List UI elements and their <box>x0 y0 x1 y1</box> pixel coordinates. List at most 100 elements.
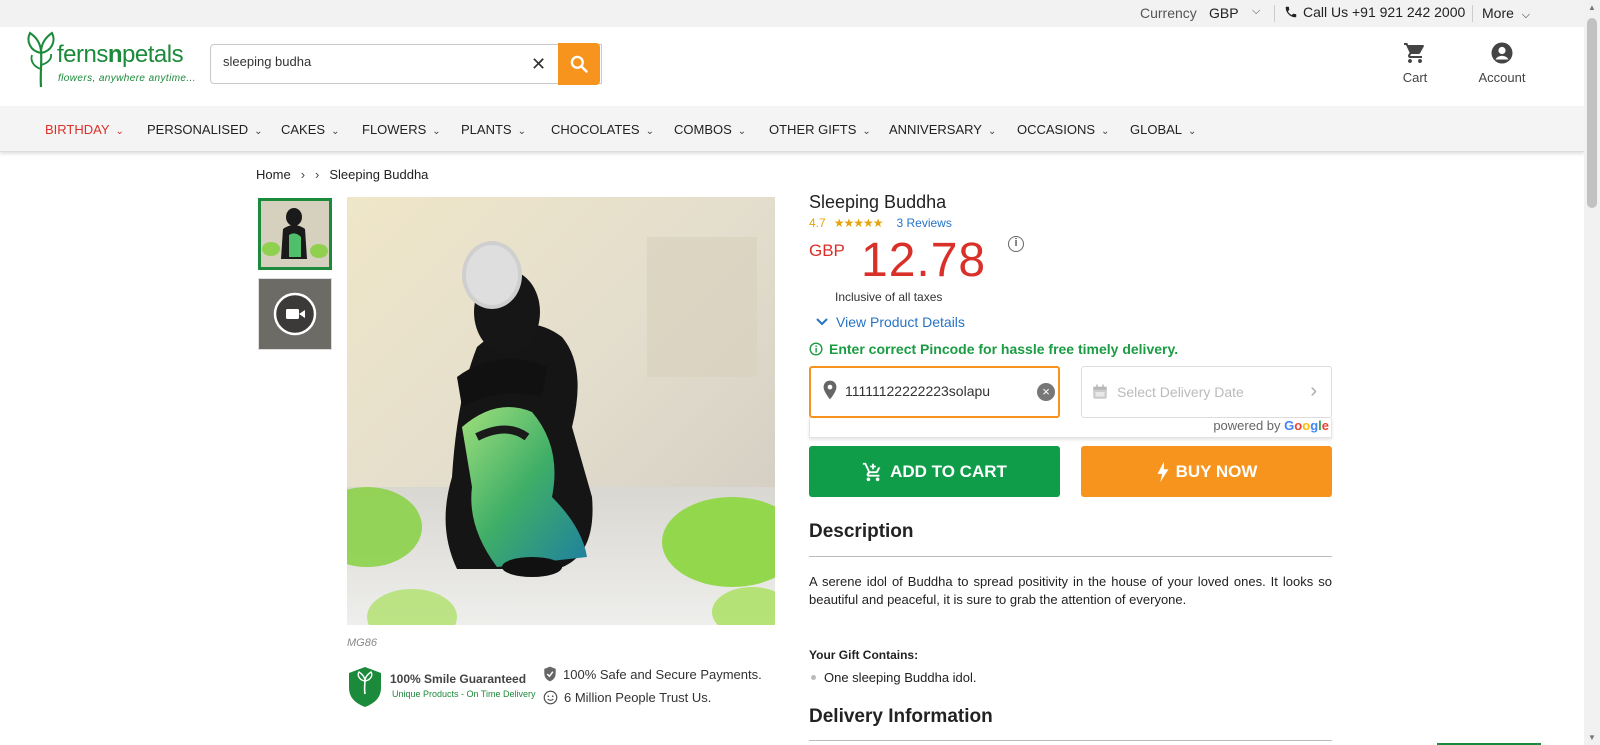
brand-logo[interactable]: fernsnpetals flowers, anywhere anytime..… <box>24 29 196 89</box>
divider <box>809 740 1332 741</box>
search-input[interactable] <box>223 54 523 69</box>
product-rating: 4.7 ★★★★★ 3 Reviews <box>809 216 952 230</box>
chevron-down-icon: ⌄ <box>115 126 124 137</box>
thumbnail-video[interactable] <box>258 278 332 350</box>
chevron-down-icon[interactable]: ⌵ <box>1252 5 1260 18</box>
calendar-icon <box>1093 384 1107 399</box>
cart-link[interactable]: Cart <box>1385 41 1445 85</box>
video-thumbnail <box>259 279 331 349</box>
shield-logo-icon <box>349 667 381 707</box>
brand-text: ferns <box>57 41 108 68</box>
clear-search-icon[interactable]: ✕ <box>531 54 546 75</box>
brand-text: petals <box>122 41 184 68</box>
list-item: One sleeping Buddha idol. <box>811 670 977 685</box>
divider <box>1472 5 1473 22</box>
location-pin-icon <box>823 380 837 400</box>
reviews-link[interactable]: 3 Reviews <box>896 216 951 230</box>
chevron-down-icon: ⌄ <box>862 126 871 137</box>
nav-item-global[interactable]: GLOBAL ⌄ <box>1130 122 1196 137</box>
brand-text: n <box>107 41 123 68</box>
people-trust-text: 6 Million People Trust Us. <box>564 690 712 705</box>
nav-item-other-gifts[interactable]: OTHER GIFTS ⌄ <box>769 122 871 137</box>
nav-item-birthday[interactable]: BIRTHDAY ⌄ <box>45 122 124 137</box>
lightning-icon <box>1157 461 1169 482</box>
breadcrumb: Home › › Sleeping Buddha <box>256 167 428 182</box>
delivery-date-field[interactable]: Select Delivery Date › <box>1081 366 1332 418</box>
smile-guarantee-subtitle: Unique Products - On Time Delivery <box>392 689 536 699</box>
price-currency: GBP <box>809 241 845 260</box>
smile-guarantee-badge: 100% Smile Guaranteed Unique Products - … <box>347 666 536 708</box>
search-button[interactable] <box>558 43 600 85</box>
add-to-cart-label: ADD TO CART <box>890 461 1007 481</box>
search-icon <box>570 55 588 73</box>
account-label: Account <box>1478 70 1526 85</box>
divider <box>1274 5 1275 22</box>
powered-by-text: powered by <box>1213 418 1281 433</box>
nav-item-combos[interactable]: COMBOS ⌄ <box>674 122 746 137</box>
scroll-up-icon[interactable]: ▲ <box>1588 3 1596 12</box>
shield-check-icon <box>544 666 556 682</box>
google-logo: Google <box>1284 418 1329 433</box>
currency-select[interactable]: GBP <box>1209 5 1239 21</box>
breadcrumb-home[interactable]: Home <box>256 167 291 182</box>
call-us-label: Call Us +91 921 242 2000 <box>1303 4 1466 20</box>
description-text: A serene idol of Buddha to spread positi… <box>809 574 1332 607</box>
chevron-down-icon: ⌄ <box>645 126 654 137</box>
nav-item-anniversary[interactable]: ANNIVERSARY ⌄ <box>889 122 996 137</box>
delivery-info-heading: Delivery Information <box>809 706 993 727</box>
nav-item-plants[interactable]: PLANTS ⌄ <box>461 122 526 137</box>
phone-icon <box>1285 6 1297 18</box>
site-header: fernsnpetals flowers, anywhere anytime..… <box>0 27 1584 106</box>
nav-label: PERSONALISED <box>147 122 249 137</box>
chevron-down-icon: ⌄ <box>1188 126 1197 137</box>
cart-label: Cart <box>1402 70 1428 85</box>
product-sku: MG86 <box>347 637 377 649</box>
nav-item-chocolates[interactable]: CHOCOLATES ⌄ <box>551 122 654 137</box>
chevron-right-icon: › <box>1310 380 1317 402</box>
safe-payments-note: 100% Safe and Secure Payments. <box>543 666 762 682</box>
currency-label: Currency <box>1140 5 1197 21</box>
call-us-link[interactable]: Call Us +91 921 242 2000 <box>1284 4 1465 20</box>
safe-payments-text: 100% Safe and Secure Payments. <box>563 666 762 682</box>
people-trust-note: 6 Million People Trust Us. <box>543 690 711 705</box>
chevron-down-icon: ⌄ <box>987 126 997 137</box>
buy-now-label: BUY NOW <box>1175 461 1258 481</box>
page-scrollbar[interactable]: ▲ ▼ <box>1584 0 1600 745</box>
nav-item-flowers[interactable]: FLOWERS ⌄ <box>362 122 441 137</box>
buy-now-button[interactable]: BUY NOW <box>1081 446 1332 497</box>
view-product-details-link[interactable]: View Product Details <box>816 314 965 330</box>
nav-label: CAKES <box>281 122 326 137</box>
more-menu[interactable]: More ⌵ <box>1482 5 1530 22</box>
clear-pincode-icon[interactable]: × <box>1037 383 1055 401</box>
pincode-input[interactable] <box>845 383 1025 399</box>
search-box: ✕ <box>210 44 602 84</box>
add-to-cart-button[interactable]: ADD TO CART <box>809 446 1060 497</box>
gift-item-text: One sleeping Buddha idol. <box>824 670 977 685</box>
smile-guarantee-title: 100% Smile Guaranteed <box>390 672 527 686</box>
nav-item-cakes[interactable]: CAKES ⌄ <box>281 122 339 137</box>
nav-label: BIRTHDAY <box>45 122 110 137</box>
brand-wordmark: fernsnpetals <box>57 41 184 69</box>
account-icon <box>1491 42 1513 64</box>
nav-item-occasions[interactable]: OCCASIONS ⌄ <box>1017 122 1109 137</box>
tax-note: Inclusive of all taxes <box>835 290 943 304</box>
rating-value: 4.7 <box>809 216 826 230</box>
breadcrumb-current: Sleeping Buddha <box>329 167 429 182</box>
scroll-down-icon[interactable]: ▼ <box>1588 733 1596 742</box>
pincode-hint: Enter correct Pincode for hassle free ti… <box>809 341 1178 357</box>
account-link[interactable]: Account <box>1472 41 1532 85</box>
powered-by-google: powered by Google <box>809 418 1332 438</box>
sleeping-buddha-figurine-image <box>347 197 775 625</box>
chevron-down-icon: ⌵ <box>1521 9 1531 21</box>
product-main-image[interactable] <box>347 197 775 625</box>
scrollbar-thumb[interactable] <box>1587 18 1597 208</box>
product-price: 12.78 <box>861 234 987 287</box>
info-icon[interactable]: i <box>1008 236 1024 252</box>
delivery-date-placeholder: Select Delivery Date <box>1117 384 1244 400</box>
nav-item-personalised[interactable]: PERSONALISED ⌄ <box>147 122 263 137</box>
pincode-field: × <box>809 366 1060 418</box>
top-utility-bar: Currency GBP ⌵ Call Us +91 921 242 2000 … <box>0 0 1584 27</box>
thumbnail-image-1[interactable] <box>258 198 332 270</box>
divider <box>809 556 1332 557</box>
smiley-icon <box>543 690 558 705</box>
